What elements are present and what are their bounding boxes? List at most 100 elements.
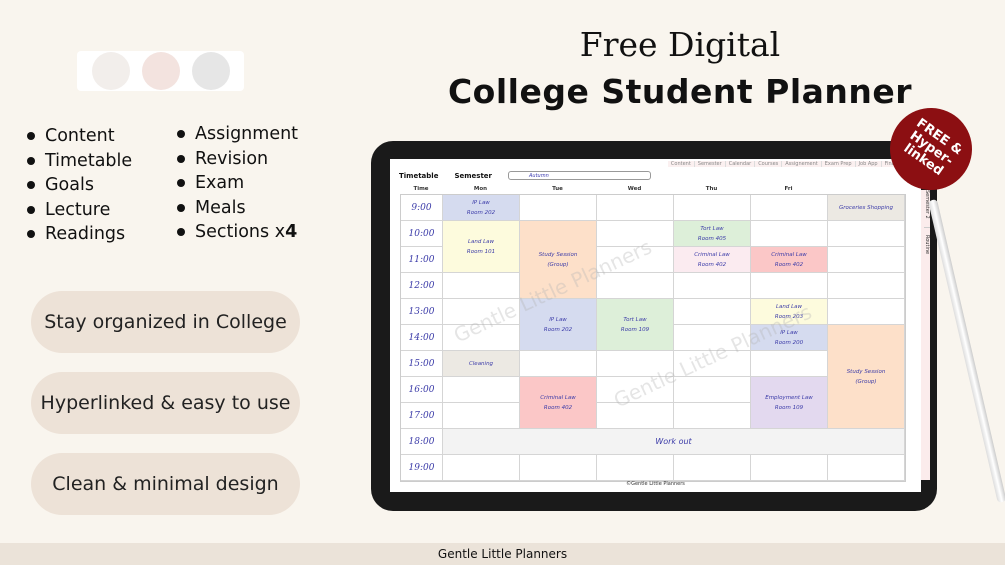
empty-slot[interactable] — [443, 273, 520, 299]
tab-courses[interactable]: Courses — [755, 161, 783, 167]
empty-slot[interactable] — [674, 273, 751, 299]
empty-slot[interactable] — [674, 325, 751, 351]
day-label: Wed — [627, 186, 642, 192]
empty-slot[interactable] — [674, 299, 751, 325]
empty-slot[interactable] — [443, 377, 520, 403]
swatch[interactable] — [141, 52, 180, 90]
planner-header: Timetable Semester Autumn — [399, 171, 651, 180]
timetable-event[interactable]: Tort Law Room 405 — [674, 221, 751, 247]
feature-item: Exam — [175, 171, 298, 196]
tab-job-app[interactable]: Job App — [855, 161, 882, 167]
day-header: Time Mon Tue Wed Thu Fri — [400, 186, 904, 192]
empty-slot[interactable] — [674, 455, 751, 481]
timetable-event[interactable]: Criminal Law Room 402 — [520, 377, 597, 429]
empty-slot[interactable] — [828, 247, 905, 273]
tab-assignement[interactable]: Assignement — [782, 161, 822, 167]
empty-slot[interactable] — [443, 455, 520, 481]
empty-slot[interactable] — [674, 377, 751, 403]
feature-item: Goals — [25, 173, 132, 198]
empty-slot[interactable] — [520, 195, 597, 221]
tab-semester[interactable]: Semester — [694, 161, 726, 167]
empty-slot[interactable] — [597, 221, 674, 247]
timetable-event[interactable]: Employment Law Room 109 — [751, 377, 828, 429]
empty-slot[interactable] — [520, 455, 597, 481]
time-label: 17:00 — [401, 403, 443, 429]
semester-label: Semester — [454, 171, 492, 180]
empty-slot[interactable] — [751, 455, 828, 481]
event-room: Room 405 — [697, 235, 727, 242]
copyright: ©Gentle Little Planners — [626, 481, 685, 487]
semester-input[interactable]: Autumn — [508, 171, 651, 180]
footer-bar: Gentle Little Planners — [0, 543, 1005, 565]
empty-slot[interactable] — [751, 195, 828, 221]
planner-screen: Content Semester Calendar Courses Assignemen… — [390, 159, 921, 492]
timetable-event[interactable]: Tort Law Room 109 — [597, 299, 674, 351]
side-tabs: Semester 2 Routine — [921, 190, 930, 480]
time-label: 19:00 — [401, 455, 443, 481]
timetable-event[interactable]: Study Session (Group) — [520, 221, 597, 299]
empty-slot[interactable] — [828, 273, 905, 299]
timetable-event[interactable]: IP Law Room 202 — [443, 195, 520, 221]
swatch[interactable] — [91, 52, 130, 90]
event-title: Employment Law — [765, 394, 813, 401]
empty-slot[interactable] — [597, 403, 674, 429]
timetable-event[interactable]: IP Law Room 202 — [520, 299, 597, 351]
empty-slot[interactable] — [828, 455, 905, 481]
empty-slot[interactable] — [828, 299, 905, 325]
timetable-event[interactable]: Cleaning — [443, 351, 520, 377]
empty-slot[interactable] — [597, 351, 674, 377]
time-label: 14:00 — [401, 325, 443, 351]
empty-slot[interactable] — [597, 247, 674, 273]
title-line-1: Free Digital — [579, 25, 781, 64]
event-room: Room 109 — [620, 326, 650, 333]
timetable-event[interactable]: Work out — [443, 429, 905, 455]
empty-slot[interactable] — [597, 195, 674, 221]
feature-item: Timetable — [25, 149, 132, 174]
empty-slot[interactable] — [597, 455, 674, 481]
tab-calendar[interactable]: Calendar — [725, 161, 756, 167]
tab-content[interactable]: Content — [667, 161, 695, 167]
empty-slot[interactable] — [443, 325, 520, 351]
timetable-event[interactable]: Study Session (Group) — [828, 325, 905, 429]
empty-slot[interactable] — [674, 195, 751, 221]
event-room: Room 101 — [466, 248, 496, 255]
empty-slot[interactable] — [751, 351, 828, 377]
empty-slot[interactable] — [828, 221, 905, 247]
pill-organized: Stay organized in College — [31, 291, 300, 353]
empty-slot[interactable] — [597, 273, 674, 299]
empty-slot[interactable] — [597, 377, 674, 403]
timetable-event[interactable]: Groceries Shopping — [828, 195, 905, 221]
day-label: Fri — [784, 186, 793, 192]
time-label: 16:00 — [401, 377, 443, 403]
tab-exam-prep[interactable]: Exam Prep — [821, 161, 856, 167]
event-room: Room 200 — [774, 339, 804, 346]
event-title: Land Law — [467, 238, 495, 245]
event-title: Work out — [655, 436, 692, 446]
feature-item: Readings — [25, 222, 132, 247]
timetable-event[interactable]: IP Law Room 200 — [751, 325, 828, 351]
page-title: Timetable — [399, 171, 439, 180]
empty-slot[interactable] — [520, 351, 597, 377]
timetable-event[interactable]: Criminal Law Room 402 — [674, 247, 751, 273]
event-room: Room 402 — [774, 261, 804, 268]
event-room: Room 402 — [543, 404, 573, 411]
empty-slot[interactable] — [443, 403, 520, 429]
timetable-event[interactable]: Criminal Law Room 402 — [751, 247, 828, 273]
event-title: Tort Law — [700, 225, 724, 232]
timetable-event[interactable]: Land Law Room 101 — [443, 221, 520, 273]
time-label: 10:00 — [401, 221, 443, 247]
side-tab-routine[interactable]: Routine — [924, 229, 930, 254]
empty-slot[interactable] — [751, 221, 828, 247]
empty-slot[interactable] — [751, 273, 828, 299]
event-title: Cleaning — [468, 360, 494, 367]
empty-slot[interactable] — [443, 299, 520, 325]
empty-slot[interactable] — [674, 351, 751, 377]
event-title: Tort Law — [623, 316, 647, 323]
time-header: Time — [413, 186, 429, 192]
empty-slot[interactable] — [674, 403, 751, 429]
timetable-event[interactable]: Land Law Room 203 — [751, 299, 828, 325]
event-room: Room 203 — [774, 313, 804, 320]
day-label: Thu — [705, 186, 718, 192]
swatch[interactable] — [191, 52, 230, 90]
event-room: Room 202 — [543, 326, 573, 333]
